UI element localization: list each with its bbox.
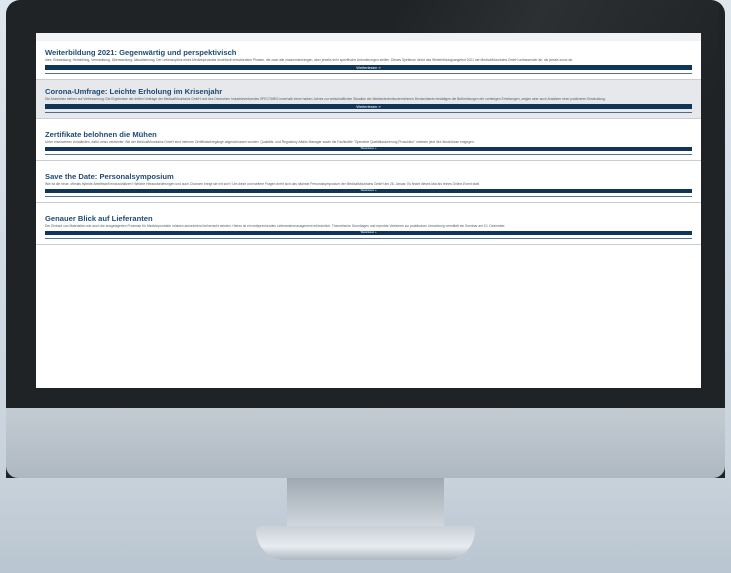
divider bbox=[45, 73, 692, 75]
news-article: Save the Date: Personalsymposium Wie ist… bbox=[36, 165, 701, 204]
article-text: Der Einkauf von Materialien wie auch die… bbox=[45, 224, 506, 229]
read-more-button[interactable]: Weiterlesen » bbox=[45, 147, 692, 152]
article-title[interactable]: Zertifikate belohnen die Mühen bbox=[45, 130, 692, 139]
news-article: Genauer Blick auf Lieferanten Der Einkau… bbox=[36, 207, 701, 246]
news-article: Weiterbildung 2021: Gegenwärtig und pers… bbox=[36, 41, 701, 81]
news-article: Corona-Umfrage: Leichte Erholung im Kris… bbox=[36, 80, 701, 120]
article-title[interactable]: Genauer Blick auf Lieferanten bbox=[45, 214, 692, 223]
monitor-stand-base bbox=[256, 526, 475, 560]
read-more-button[interactable]: Weiterlesen » bbox=[45, 65, 692, 71]
news-article: Zertifikate belohnen die Mühen Unter ers… bbox=[36, 123, 701, 162]
read-more-button[interactable]: Weiterlesen » bbox=[45, 231, 692, 236]
divider bbox=[45, 112, 692, 114]
article-text: Wie ist die neue, oftmals hybride Arbeit… bbox=[45, 182, 480, 187]
monitor-chin bbox=[6, 408, 725, 478]
read-more-button[interactable]: Weiterlesen » bbox=[45, 189, 692, 194]
article-title[interactable]: Save the Date: Personalsymposium bbox=[45, 172, 692, 181]
divider bbox=[45, 154, 692, 156]
divider bbox=[45, 196, 692, 198]
article-title[interactable]: Corona-Umfrage: Leichte Erholung im Kris… bbox=[45, 87, 692, 96]
page-top-strip bbox=[36, 33, 701, 41]
monitor-stand-neck bbox=[287, 478, 444, 533]
read-more-button[interactable]: Weiterlesen » bbox=[45, 104, 692, 110]
screen: Weiterbildung 2021: Gegenwärtig und pers… bbox=[36, 33, 701, 388]
article-text: Idee, Entwicklung, Herstellung, Vermarkt… bbox=[45, 58, 574, 62]
article-text: Die Anzeichen stehen auf Verbesserung: D… bbox=[45, 97, 606, 102]
article-title[interactable]: Weiterbildung 2021: Gegenwärtig und pers… bbox=[45, 48, 692, 57]
article-text: Unter erschwerten Umständen, dafür umso … bbox=[45, 140, 475, 145]
divider bbox=[45, 238, 692, 240]
